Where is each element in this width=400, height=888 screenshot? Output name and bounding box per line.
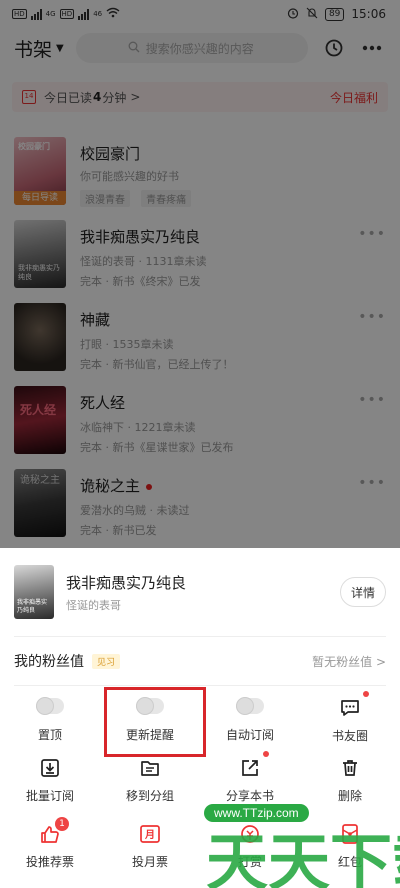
- month-ticket-icon: 月: [139, 823, 161, 845]
- trash-icon: [339, 757, 361, 779]
- modal-overlay[interactable]: [0, 0, 400, 548]
- monthly-ticket-button[interactable]: 月 投月票: [100, 813, 200, 879]
- detail-button[interactable]: 详情: [340, 577, 386, 607]
- cell-label: 自动订阅: [225, 727, 274, 742]
- watermark-logo: 天天下载: [206, 826, 400, 888]
- book-circle-button[interactable]: 书友圈: [300, 687, 400, 753]
- sheet-book-cover: 我非痴愚实乃纯良: [14, 565, 54, 619]
- cell-label: 书友圈: [331, 728, 368, 743]
- toggle-switch[interactable]: [236, 696, 264, 715]
- thumb-up-icon: 1: [39, 816, 69, 845]
- sheet-book-author: 怪诞的表哥: [66, 598, 121, 612]
- fans-level-badge: 见习: [92, 653, 121, 669]
- notification-dot: [363, 690, 369, 697]
- cell-label: 投月票: [131, 854, 168, 869]
- cell-label: 置顶: [37, 727, 62, 742]
- share-icon: [239, 750, 269, 779]
- cell-label: 批量订阅: [25, 788, 74, 803]
- watermark-chars: 天天下载: [206, 826, 400, 888]
- ticket-char: 月: [145, 830, 155, 841]
- notification-dot: [263, 750, 269, 757]
- sheet-book-title: 我非痴愚实乃纯良: [66, 573, 187, 592]
- cell-label: 移到分组: [125, 788, 174, 803]
- download-box-icon: [39, 757, 61, 779]
- chevron-right-icon: >: [375, 654, 386, 669]
- fans-value: 暂无粉丝值 >: [312, 654, 386, 669]
- chat-bubble-icon: [339, 690, 369, 719]
- highlight-annotation: [104, 687, 206, 757]
- watermark-url: www.TTzip.com: [204, 804, 309, 822]
- pin-top-toggle[interactable]: 置顶: [0, 687, 100, 753]
- cover-title-text: 我非痴愚实乃纯良: [17, 599, 48, 614]
- sheet-book-header: 我非痴愚实乃纯良 我非痴愚实乃纯良 怪诞的表哥 详情: [0, 548, 400, 636]
- batch-subscribe-button[interactable]: 批量订阅: [0, 747, 100, 813]
- fans-value-row[interactable]: 我的粉丝值 见习 暂无粉丝值 >: [0, 637, 400, 685]
- auto-subscribe-toggle[interactable]: 自动订阅: [200, 687, 300, 753]
- recommend-vote-button[interactable]: 1 投推荐票: [0, 813, 100, 879]
- toggle-switch[interactable]: [36, 696, 64, 715]
- divider: [14, 685, 386, 686]
- vote-count-badge: 1: [55, 816, 69, 831]
- folder-icon: [139, 757, 161, 779]
- cell-label: 投推荐票: [25, 854, 74, 869]
- fans-label: 我的粉丝值: [14, 654, 84, 670]
